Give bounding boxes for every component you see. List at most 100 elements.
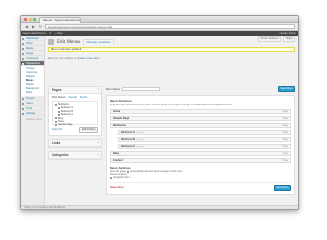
address-bar[interactable]: superhotelrooms.com/wp-admin/nav-menus.p… — [45, 24, 295, 29]
menu-item-type[interactable]: Page — [283, 145, 288, 149]
menu-name-row: Menu Name Save Menu — [106, 86, 295, 92]
menu-item-label: Bedrooms — [113, 124, 126, 127]
checkbox[interactable] — [55, 103, 57, 106]
sub-item-label: sub item — [136, 132, 145, 134]
menu-item-row[interactable]: Home Page — [110, 109, 291, 114]
admin-sidebar: Dashboard Posts Media Pages Comments App… — [21, 36, 45, 209]
delete-menu-link[interactable]: Delete Menu — [110, 186, 124, 189]
menu-item-type[interactable]: Page — [283, 110, 288, 114]
menu-item-type[interactable]: Page — [283, 131, 288, 135]
admin-bar-comments[interactable]: 0 — [50, 32, 51, 35]
wp-admin: Dashboard Posts Media Pages Comments App… — [21, 36, 298, 209]
expand-arrow-icon[interactable]: ▾ — [98, 87, 99, 93]
menu-item-label: Bedroom A — [121, 131, 135, 134]
forward-arrow-icon[interactable]: ▶ — [31, 24, 36, 30]
menu-item-type[interactable]: Page — [283, 138, 288, 142]
pages-panel-header[interactable]: Pages ▾ — [49, 87, 101, 94]
categories-panel-header[interactable]: Categories ▸ — [49, 151, 101, 159]
comments-icon — [22, 57, 24, 60]
add-to-menu-button[interactable]: Add to Menu — [79, 127, 98, 133]
collapse-menu[interactable]: Collapse menu — [21, 118, 44, 121]
menu-items-list: Home Page Sample Page Page Bedrooms Page Bedro… — [110, 109, 291, 163]
plugins-icon — [22, 97, 24, 100]
menu-item-type[interactable]: Page — [283, 159, 288, 163]
menu-settings-column: Pages ▾ Most Recent View All Search Bedr… — [48, 86, 102, 163]
browser-window: Menus ‹ Super Hotel Rooms ◀ ▶ ↻ superhot… — [20, 15, 299, 210]
menu-item-row[interactable]: Bedrooms Page — [110, 123, 291, 128]
menu-item-row[interactable]: Sample Page Page — [110, 116, 291, 121]
primary-location-checkbox[interactable] — [110, 177, 112, 179]
auto-add-label: Auto add pages — [110, 171, 127, 173]
tab-view-all[interactable]: View All — [68, 96, 76, 99]
admin-bar-site[interactable]: Super Hotel Rooms — [23, 32, 46, 35]
zoom-window-button[interactable] — [33, 18, 36, 21]
reload-icon[interactable]: ↻ — [38, 24, 43, 30]
close-window-button[interactable] — [24, 18, 27, 21]
checkbox[interactable] — [58, 110, 60, 113]
submenu-item-editor[interactable]: Editor — [21, 91, 44, 95]
primary-location-row: Navigation Menu — [110, 177, 291, 179]
links-panel: Links ▸ — [48, 138, 102, 148]
updated-notice: Menu 1 has been updated. — [48, 47, 295, 52]
menu-item-row[interactable]: Blog Page — [110, 151, 291, 156]
admin-bar-new[interactable]: + New — [55, 32, 62, 35]
expand-arrow-icon[interactable]: ▸ — [98, 152, 99, 158]
menu-item-row[interactable]: Contact Page — [110, 158, 291, 163]
appearance-icon — [22, 62, 24, 65]
menu-settings-title: Menu Settings — [110, 166, 131, 170]
menu-name-input[interactable] — [122, 87, 161, 91]
select-all-link[interactable]: Select All — [52, 128, 62, 131]
checkbox[interactable] — [58, 107, 60, 110]
save-menu-button[interactable]: Save Menu — [277, 86, 295, 92]
expand-arrow-icon[interactable]: ▸ — [98, 140, 99, 146]
menus-icon — [48, 39, 54, 45]
screen-options-button[interactable]: Screen Options ▾ — [257, 36, 282, 42]
menu-item-row[interactable]: Bedroom Csub item Page — [118, 144, 291, 149]
pages-tabs: Most Recent View All Search — [52, 96, 98, 99]
browser-tab[interactable]: Menus ‹ Super Hotel Rooms — [39, 17, 81, 23]
sidebar-item-appearance[interactable]: Appearance — [21, 61, 44, 66]
minimize-window-button[interactable] — [28, 18, 32, 21]
checkbox[interactable] — [55, 117, 57, 120]
menu-item-type[interactable]: Page — [283, 117, 288, 121]
checkbox[interactable] — [58, 113, 60, 116]
menu-item-row[interactable]: Bedroom Bsub item Page — [118, 137, 291, 142]
tab-most-recent[interactable]: Most Recent — [52, 96, 65, 99]
save-menu-button[interactable]: Save Menu — [273, 185, 291, 191]
sub-item-label: sub item — [136, 139, 145, 141]
primary-location-label: Navigation Menu — [113, 177, 131, 179]
menu-item-label: Contact — [113, 159, 123, 162]
sub-item-label: sub item — [136, 146, 145, 148]
links-panel-header[interactable]: Links ▸ — [49, 139, 101, 147]
settings-icon — [22, 112, 24, 115]
footer-text: Thank you for creating with WordPress. — [21, 205, 298, 209]
menu-item-type[interactable]: Page — [283, 152, 288, 156]
admin-bar-account[interactable]: Howdy, Admin — [280, 32, 296, 35]
menu-editor-footer: Delete Menu Save Menu — [110, 182, 291, 191]
users-icon — [22, 102, 24, 105]
menu-item-type[interactable]: Page — [283, 124, 288, 128]
auto-add-text: Automatically add new top-level pages to… — [130, 171, 183, 173]
title-bar: Menus ‹ Super Hotel Rooms — [21, 16, 298, 23]
tab-manage-locations[interactable]: Manage Locations — [83, 39, 114, 45]
media-icon — [22, 47, 24, 50]
menu-item-label: Sample Page — [113, 117, 130, 120]
theme-locations-row: Theme locations — [110, 174, 291, 176]
menu-item-row[interactable]: Bedroom Asub item Page — [118, 130, 291, 135]
tab-search[interactable]: Search — [80, 96, 88, 99]
help-button[interactable]: Help ▾ — [283, 36, 295, 42]
menu-item-label: Bedroom B — [121, 138, 135, 141]
create-new-menu-link[interactable]: create a new menu — [77, 57, 99, 60]
main-content: Screen Options ▾ Help ▾ Edit Menus Manag… — [48, 36, 295, 209]
screen-meta-links: Screen Options ▾ Help ▾ — [257, 36, 295, 42]
dashboard-icon — [22, 37, 24, 40]
checkbox[interactable] — [55, 124, 57, 127]
pages-icon — [22, 52, 24, 55]
categories-panel: Categories ▸ — [48, 150, 102, 160]
auto-add-checkbox[interactable] — [127, 171, 130, 173]
back-arrow-icon[interactable]: ◀ — [24, 24, 29, 30]
menu-item-label: Bedroom C — [121, 145, 135, 148]
checkbox[interactable] — [55, 120, 57, 123]
tools-icon — [22, 107, 24, 110]
sidebar-item-settings[interactable]: Settings — [21, 111, 44, 116]
